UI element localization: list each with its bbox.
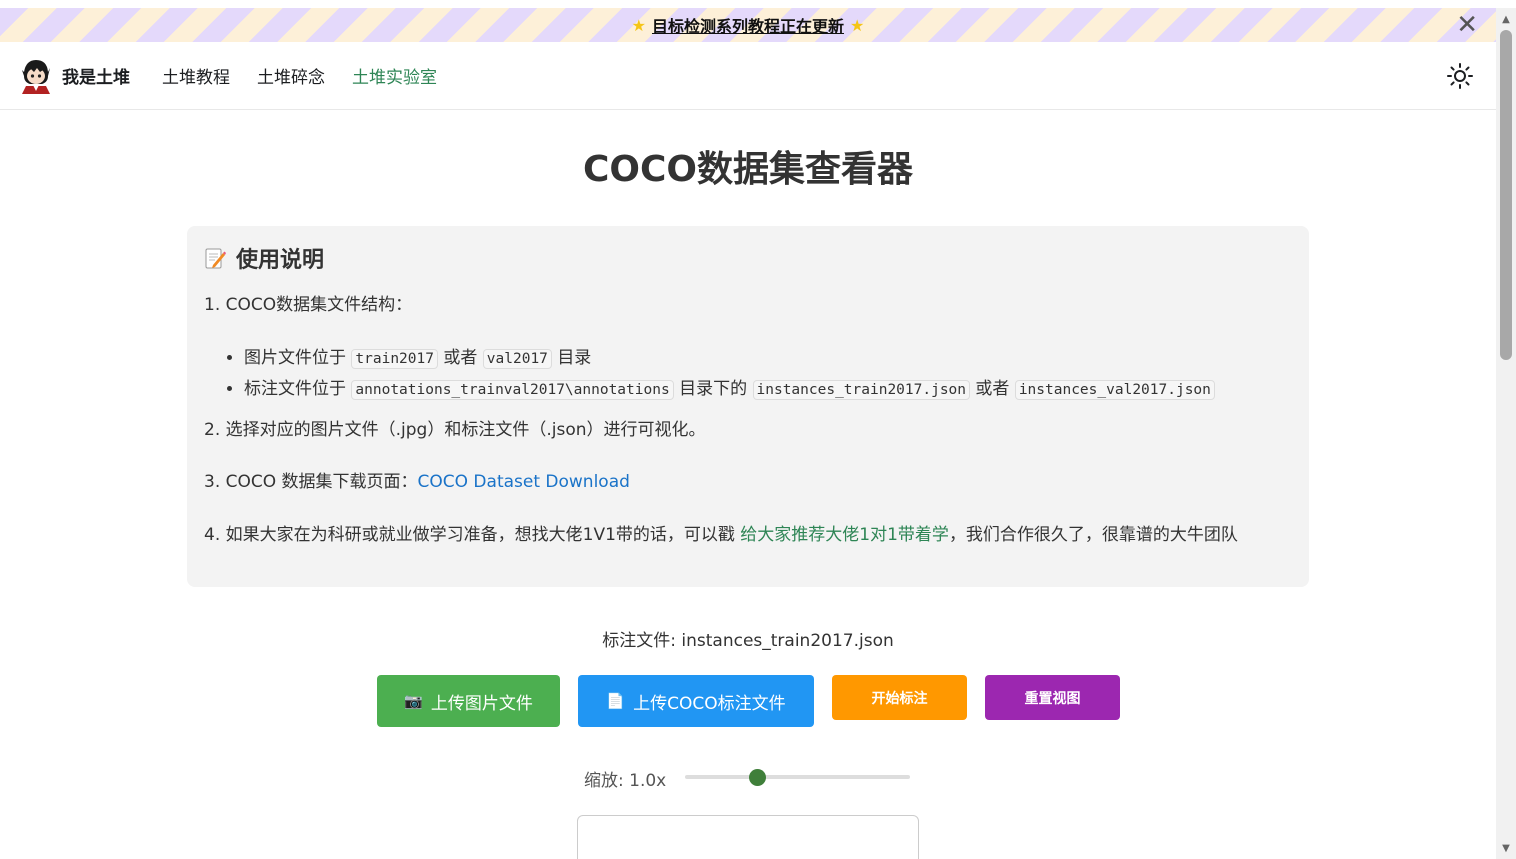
code-ann-dir: annotations_trainval2017\annotations bbox=[351, 380, 674, 400]
memo-icon bbox=[205, 248, 226, 269]
scroll-down-arrow-icon[interactable]: ▼ bbox=[1500, 843, 1512, 855]
instructions-heading: 使用说明 bbox=[204, 242, 1291, 274]
list-item: 标注文件位于 annotations_trainval2017\annotati… bbox=[244, 374, 1215, 405]
avatar bbox=[22, 59, 50, 94]
image-canvas[interactable] bbox=[577, 815, 919, 859]
document-icon: 📄 bbox=[606, 692, 626, 710]
brand-name: 我是土堆 bbox=[62, 68, 130, 88]
coco-download-link[interactable]: COCO Dataset Download bbox=[418, 472, 630, 492]
close-icon[interactable]: ✕ bbox=[1456, 12, 1478, 38]
nav-link-lab[interactable]: 土堆实验室 bbox=[352, 63, 437, 88]
code-train-json: instances_train2017.json bbox=[752, 380, 971, 400]
reset-view-button[interactable]: 重置视图 bbox=[985, 675, 1120, 720]
step-1: 1. COCO数据集文件结构： bbox=[204, 295, 413, 315]
navbar: 我是土堆 土堆教程 土堆碎念 土堆实验室 bbox=[0, 42, 1496, 110]
zoom-slider-thumb[interactable] bbox=[749, 769, 766, 786]
scroll-thumb[interactable] bbox=[1500, 30, 1512, 360]
start-annotate-button[interactable]: 开始标注 bbox=[832, 675, 967, 720]
instructions-panel: 使用说明 1. COCO数据集文件结构： 图片文件位于 train2017 或者… bbox=[187, 226, 1309, 587]
brand[interactable]: 我是土堆 bbox=[20, 58, 130, 94]
announcement-bar: ★ 目标检测系列教程正在更新 ★ ✕ bbox=[0, 8, 1496, 42]
zoom-label: 缩放: 1.0x bbox=[584, 771, 667, 791]
page-title: COCO数据集查看器 bbox=[582, 149, 914, 190]
step-3: 3. COCO 数据集下载页面：COCO Dataset Download bbox=[204, 472, 630, 492]
file-structure-list: 图片文件位于 train2017 或者 val2017 目录 标注文件位于 an… bbox=[244, 343, 1215, 405]
page-scrollbar[interactable]: ▲ ▼ bbox=[1496, 8, 1516, 859]
instructions-title: 使用说明 bbox=[236, 248, 325, 273]
announcement-link[interactable]: 目标检测系列教程正在更新 bbox=[652, 13, 844, 37]
code-train-dir: train2017 bbox=[351, 349, 438, 369]
list-item: 图片文件位于 train2017 或者 val2017 目录 bbox=[244, 343, 1215, 374]
camera-icon: 📷 bbox=[404, 692, 423, 710]
upload-coco-button[interactable]: 📄 上传COCO标注文件 bbox=[578, 675, 814, 727]
star-icon: ★ bbox=[850, 15, 865, 35]
nav-link-notes[interactable]: 土堆碎念 bbox=[257, 63, 325, 88]
zoom-slider-track[interactable] bbox=[685, 775, 910, 779]
annotation-file-status: 标注文件: instances_train2017.json bbox=[602, 631, 894, 651]
code-val-json: instances_val2017.json bbox=[1014, 380, 1215, 400]
nav-link-tutorials[interactable]: 土堆教程 bbox=[162, 63, 230, 88]
scroll-up-arrow-icon[interactable]: ▲ bbox=[1500, 14, 1512, 26]
step-2: 2. 选择对应的图片文件（.jpg）和标注文件（.json）进行可视化。 bbox=[204, 420, 706, 440]
sun-icon[interactable] bbox=[1446, 62, 1474, 90]
upload-image-button[interactable]: 📷 上传图片文件 bbox=[377, 675, 560, 727]
star-icon: ★ bbox=[631, 15, 646, 35]
code-val-dir: val2017 bbox=[482, 349, 552, 369]
mentor-link[interactable]: 给大家推荐大佬1对1带着学 bbox=[740, 525, 949, 545]
step-4: 4. 如果大家在为科研或就业做学习准备，想找大佬1V1带的话，可以戳 给大家推荐… bbox=[204, 525, 1238, 545]
